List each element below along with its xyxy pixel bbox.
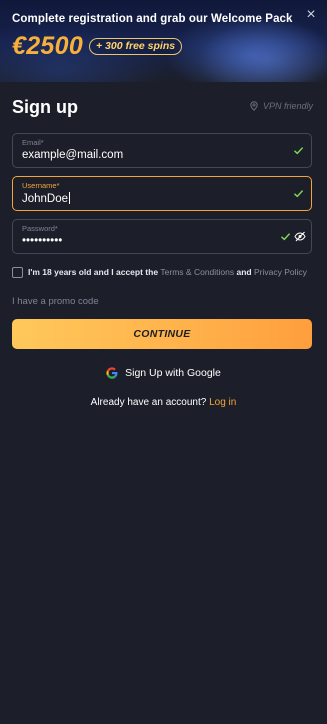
- check-icon: [294, 147, 304, 155]
- google-icon: [106, 367, 118, 379]
- terms-conditions-link[interactable]: Terms & Conditions: [160, 267, 234, 277]
- bonus-amount: €2500: [12, 32, 84, 60]
- close-icon[interactable]: ×: [304, 7, 318, 23]
- password-value: ••••••••••: [22, 235, 63, 247]
- terms-row: I'm 18 years old and I accept the Terms …: [12, 265, 317, 279]
- username-value-wrap: JohnDoe: [22, 192, 71, 205]
- google-signup-label: Sign Up with Google: [125, 367, 221, 379]
- vpn-text: VPN friendly: [262, 101, 313, 111]
- username-field[interactable]: Username* JohnDoe: [12, 176, 312, 211]
- email-value: example@mail.com: [22, 149, 124, 161]
- privacy-policy-link[interactable]: Privacy Policy: [254, 267, 307, 277]
- username-value: JohnDoe: [22, 193, 69, 205]
- check-icon: [281, 233, 291, 241]
- check-icon: [294, 190, 304, 198]
- terms-and: and: [236, 267, 252, 277]
- banner-title: Complete registration and grab our Welco…: [12, 13, 293, 25]
- password-label: Password*: [22, 224, 58, 233]
- login-row: Already have an account? Log in: [0, 397, 327, 408]
- password-field[interactable]: Password* ••••••••••: [12, 219, 312, 254]
- eye-slash-icon[interactable]: [294, 231, 306, 242]
- free-spins-badge: + 300 free spins: [89, 38, 183, 55]
- continue-button[interactable]: CONTINUE: [12, 319, 312, 349]
- google-signup-button[interactable]: Sign Up with Google: [0, 366, 327, 380]
- page-title: Sign up: [12, 97, 78, 117]
- signup-page: Complete registration and grab our Welco…: [0, 0, 327, 724]
- email-label: Email*: [22, 138, 44, 147]
- banner-glow: [197, 20, 327, 82]
- terms-text: I'm 18 years old and I accept the Terms …: [28, 267, 307, 277]
- promo-code-link[interactable]: I have a promo code: [12, 296, 99, 307]
- terms-prefix: I'm 18 years old and I accept the: [28, 267, 159, 277]
- email-field[interactable]: Email* example@mail.com: [12, 133, 312, 168]
- welcome-banner: Complete registration and grab our Welco…: [0, 0, 327, 82]
- vpn-friendly-label: VPN friendly: [249, 101, 313, 111]
- location-pin-icon: [250, 101, 258, 111]
- age-terms-checkbox[interactable]: [12, 266, 23, 278]
- username-label: Username*: [22, 181, 60, 190]
- login-link[interactable]: Log in: [209, 397, 236, 408]
- login-prompt: Already have an account?: [90, 397, 207, 408]
- text-caret: [69, 192, 71, 204]
